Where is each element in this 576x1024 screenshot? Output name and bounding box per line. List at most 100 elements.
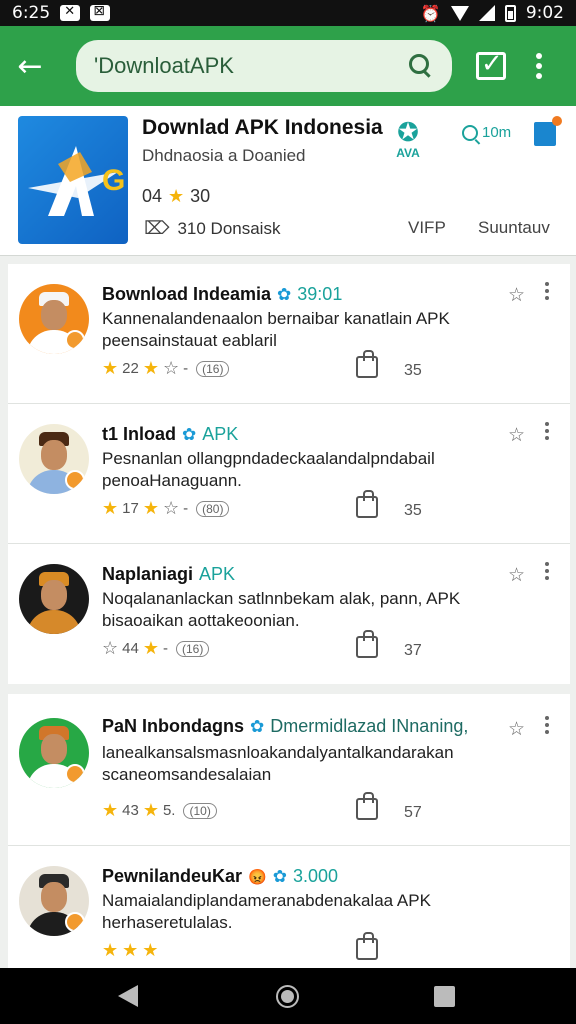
author-tag: 39:01	[297, 284, 343, 304]
comment-meta: ★ 43 ★ 5. (10)	[102, 800, 217, 821]
reply-pill[interactable]: (10)	[183, 802, 217, 819]
comment-text: lanealkansalsmasnloakandalyantalkandarak…	[102, 743, 454, 784]
star-outline-icon: ☆	[162, 358, 180, 379]
list-item[interactable]: Bownload Indeamia ✿ 39:01 Kannenalandena…	[8, 264, 570, 404]
emoji-icon: 😡	[248, 868, 267, 886]
battery-icon	[504, 4, 516, 22]
clock-right: 9:02	[525, 3, 564, 23]
comment-meta: ★ 22 ★ ☆ - (16)	[102, 358, 230, 379]
like-icon[interactable]	[356, 630, 378, 658]
avatar[interactable]	[19, 424, 89, 494]
comment-author: t1 Inload ✿ APK	[102, 424, 238, 445]
search-icon[interactable]	[408, 53, 434, 79]
star-icon: ★	[168, 186, 185, 207]
verified-icon: ✿	[277, 284, 292, 305]
rating-count: 44	[122, 640, 139, 657]
star-icon: ★	[102, 498, 119, 519]
signal-icon	[478, 5, 495, 21]
avatar[interactable]	[19, 718, 89, 788]
wifi-icon	[450, 5, 469, 21]
magnifier-icon	[462, 124, 478, 141]
tag-icon: ⌦	[144, 218, 170, 239]
comment-author: Naplaniagi APK	[102, 564, 235, 585]
subscribe-button[interactable]: Suuntauv	[478, 218, 550, 238]
more-options-icon[interactable]	[545, 716, 549, 734]
star-icon: ★	[102, 940, 119, 961]
list-item[interactable]: Naplaniagi APK Noqalananlackan satlnnbek…	[8, 544, 570, 694]
star-icon: ★	[142, 638, 159, 659]
list-item[interactable]: PaN Inbondagns ✿ Dmermidlazad INnaning, …	[8, 694, 570, 846]
star-icon: ★	[142, 358, 159, 379]
author-tag: APK	[199, 564, 236, 584]
star-icon: ★	[102, 358, 119, 379]
reply-pill[interactable]: (16)	[196, 360, 230, 377]
rating-count: 22	[122, 360, 139, 377]
overflow-menu-icon[interactable]	[536, 53, 542, 79]
bookmark-star-icon[interactable]: ☆	[508, 718, 525, 740]
verified-icon: ✿	[272, 866, 287, 887]
reply-pill[interactable]: (16)	[175, 640, 210, 657]
avatar[interactable]	[19, 284, 89, 354]
search-input[interactable]: 'DownloatAPK	[94, 53, 408, 79]
author-name: t1 Inload	[102, 424, 177, 444]
alarm-icon: ⏰	[420, 3, 441, 23]
author-name: Naplaniagi	[102, 564, 194, 584]
back-arrow-icon[interactable]: ←	[0, 49, 60, 84]
star-icon: ★	[142, 800, 159, 821]
checkbox-icon[interactable]	[476, 49, 506, 80]
app-subtitle: Dhdnaosia a Doanied	[142, 146, 306, 165]
bookmark-star-icon[interactable]: ☆	[508, 564, 525, 586]
comment-meta: ☆ 44 ★ - (16)	[102, 638, 210, 659]
star-icon: ★	[142, 940, 159, 961]
review-count: 30	[190, 186, 211, 206]
ava-badge[interactable]: ✪ AVA	[388, 120, 428, 160]
svg-text:G: G	[102, 164, 125, 197]
vip-button[interactable]: VIFP	[408, 218, 446, 238]
list-item[interactable]: t1 Inload ✿ APK Pesnanlan ollangpndadeck…	[8, 404, 570, 544]
author-tag: 3.000	[292, 866, 339, 886]
list-item[interactable]: PewnilandeuKar 😡 ✿ 3.000 Namaialandiplan…	[8, 846, 570, 968]
star-icon: ★	[122, 940, 139, 961]
like-count: 35	[404, 502, 422, 519]
nav-back-icon[interactable]	[118, 985, 138, 1007]
separator: 5.	[162, 802, 176, 819]
quick-search-label: 10m	[482, 124, 512, 141]
downloads-info: ⌦ 310 Donsaisk	[144, 218, 280, 239]
bookmark-star-icon[interactable]: ☆	[508, 284, 525, 306]
comment-meta: ★ ★ ★	[102, 940, 158, 961]
quick-search[interactable]: 10m	[462, 124, 511, 141]
verified-icon: ✿	[250, 716, 265, 737]
app-logo: G	[18, 116, 128, 244]
separator: -	[162, 640, 168, 657]
like-icon[interactable]	[356, 792, 378, 820]
author-name: Bownload Indeamia	[102, 284, 272, 304]
more-options-icon[interactable]	[545, 562, 549, 580]
star-icon: ★	[102, 800, 119, 821]
like-icon[interactable]	[356, 490, 378, 518]
like-count: 35	[404, 362, 422, 379]
clock-left: 6:25	[12, 3, 51, 23]
notification-flag-icon[interactable]	[534, 116, 562, 146]
search-field[interactable]: 'DownloatAPK	[76, 40, 452, 92]
nav-home-icon[interactable]	[276, 985, 299, 1008]
separator: -	[183, 360, 189, 377]
like-count: 57	[404, 804, 422, 821]
reply-pill[interactable]: (80)	[196, 500, 230, 517]
star-outline-icon: ☆	[102, 638, 119, 659]
bookmark-star-icon[interactable]: ☆	[508, 424, 525, 446]
more-options-icon[interactable]	[545, 422, 549, 440]
more-options-icon[interactable]	[545, 282, 549, 300]
star-outline-icon: ☆	[162, 498, 180, 519]
author-tag: APK	[202, 424, 239, 444]
like-icon[interactable]	[356, 932, 378, 960]
badge-star-icon: ✪	[397, 118, 419, 148]
app-bar: ← 'DownloatAPK	[0, 26, 576, 106]
system-nav-bar	[0, 968, 576, 1024]
avatar[interactable]	[19, 564, 89, 634]
like-icon[interactable]	[356, 350, 378, 378]
nav-recents-icon[interactable]	[434, 986, 455, 1007]
comment-text: Noqalananlackan satlnnbekam alak, pann, …	[102, 589, 461, 630]
avatar[interactable]	[19, 866, 89, 936]
author-name: PewnilandeuKar	[102, 866, 243, 886]
comment-author: PewnilandeuKar 😡 ✿ 3.000	[102, 866, 338, 887]
